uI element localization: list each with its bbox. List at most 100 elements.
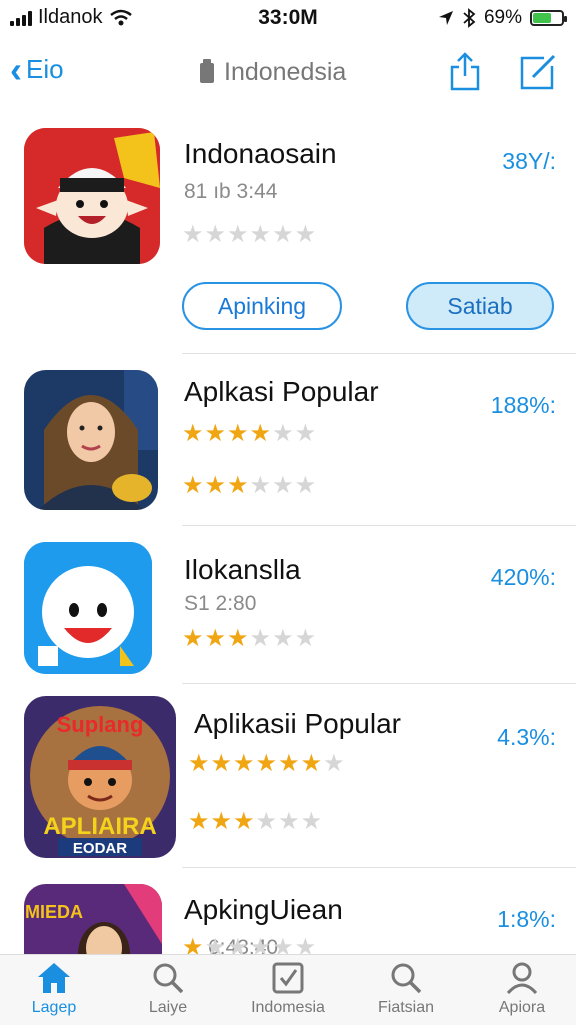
app-percent: 188%: — [490, 392, 556, 418]
app-percent: 38Y/: — [502, 148, 556, 174]
app-name: ApkingUiean — [184, 894, 343, 925]
bluetooth-icon — [463, 8, 476, 28]
star-filled-icon: ★ — [227, 625, 249, 652]
star-filled-icon: ★ — [233, 750, 255, 777]
tab-label: Indomesia — [251, 999, 325, 1016]
icon-text-top: Suplang — [57, 712, 144, 737]
apinking-button[interactable]: Apinking — [182, 282, 342, 330]
app-icon: Suplang APLIAIRA EODAR — [24, 696, 176, 858]
app-icon: MIEDA — [24, 884, 162, 954]
app-icon — [24, 370, 158, 510]
star-empty-icon: ★ — [294, 934, 317, 955]
tab-fiatsian[interactable]: Fiatsian — [356, 961, 456, 1017]
star-filled-icon: ★ — [249, 420, 272, 447]
status-bar: Ildanok 33:0M 69% — [0, 0, 576, 40]
star-empty-icon: ★ — [300, 808, 323, 835]
star-empty-icon: ★ — [272, 625, 294, 652]
navigation-bar: ‹ Eio Indonedsia — [0, 40, 576, 106]
app-subtitle: 81 ıb 3:44 — [184, 180, 278, 203]
star-empty-icon: ★ — [204, 934, 227, 955]
tab-label: Laiye — [148, 999, 188, 1016]
tab-apiora[interactable]: Apiora — [472, 961, 572, 1017]
rating-stars: ★ ★ ★ ★ ★ ★ — [182, 422, 316, 446]
status-right: 69% — [438, 7, 567, 29]
clipboard-icon — [200, 58, 214, 83]
icon-text-mid: APLIAIRA — [43, 813, 156, 840]
star-empty-icon: ★ — [227, 934, 249, 955]
search-icon — [153, 963, 184, 994]
nav-title-text: Indonedsia — [224, 58, 347, 86]
tab-laiye[interactable]: Laiye — [118, 961, 218, 1017]
rating-stars: ★ ★ ★ ★ ★ ★ — [182, 223, 316, 247]
list-item[interactable]: MIEDA ApkingUiean 6:43:40 1:8%: ★ ★ ★ ★ ★ ★ — [0, 868, 576, 954]
back-button[interactable]: ‹ Eio — [10, 48, 64, 90]
icon-text: MIEDA — [25, 902, 83, 922]
satiab-button[interactable]: Satiab — [406, 282, 554, 330]
location-icon — [438, 11, 453, 25]
star-filled-icon: ★ — [182, 472, 204, 499]
star-empty-icon: ★ — [204, 221, 227, 248]
app-percent: 420%: — [490, 564, 556, 590]
star-empty-icon: ★ — [272, 420, 294, 447]
rating-stars: ★ ★ ★ ★ ★ ★ — [182, 934, 317, 955]
star-filled-icon: ★ — [210, 750, 233, 777]
star-filled-icon: ★ — [233, 808, 255, 835]
star-filled-icon: ★ — [182, 420, 204, 447]
list-item[interactable]: Indonaosain 81 ıb 3:44 38Y/: ★ ★ ★ ★ ★ ★ Apin… — [0, 110, 576, 354]
star-filled-icon: ★ — [182, 625, 204, 652]
star-filled-icon: ★ — [210, 808, 233, 835]
app-icon — [24, 542, 152, 674]
star-empty-icon: ★ — [272, 934, 294, 955]
home-icon — [38, 963, 70, 993]
star-filled-icon: ★ — [227, 472, 249, 499]
app-name: Aplikasii Popular — [194, 708, 401, 739]
star-empty-icon: ★ — [294, 625, 317, 652]
app-subtitle: S1 2:80 — [184, 592, 257, 615]
app-name: Indonaosain — [184, 138, 337, 169]
compose-button[interactable] — [518, 52, 558, 92]
share-button[interactable] — [448, 52, 482, 92]
star-empty-icon: ★ — [255, 808, 278, 835]
star-filled-icon: ★ — [182, 934, 204, 955]
nav-title: Indonedsia — [200, 58, 346, 87]
back-label: Eio — [26, 54, 64, 84]
star-empty-icon: ★ — [294, 420, 317, 447]
star-empty-icon: ★ — [249, 625, 272, 652]
list-item[interactable]: Aplkasi Popular 188%: ★ ★ ★ ★ ★ ★ ★ ★ ★ ★ ★ ★ — [0, 354, 576, 526]
star-filled-icon: ★ — [188, 750, 210, 777]
star-empty-icon: ★ — [182, 221, 204, 248]
tab-label: Lagep — [31, 999, 77, 1016]
person-icon — [506, 962, 538, 995]
tab-label: Apiora — [498, 999, 546, 1016]
star-empty-icon: ★ — [249, 221, 272, 248]
tab-lagep[interactable]: Lagep — [4, 961, 104, 1017]
star-filled-icon: ★ — [255, 750, 278, 777]
app-percent: 4.3%: — [497, 724, 556, 750]
list-item[interactable]: Suplang APLIAIRA EODAR Aplikasii Popular… — [0, 684, 576, 868]
star-empty-icon: ★ — [272, 221, 294, 248]
star-empty-icon: ★ — [278, 808, 300, 835]
star-empty-icon: ★ — [294, 472, 317, 499]
battery-icon — [530, 10, 567, 26]
rating-stars-secondary: ★ ★ ★ ★ ★ ★ — [182, 474, 316, 498]
star-empty-icon: ★ — [249, 472, 272, 499]
rating-stars-secondary: ★ ★ ★ ★ ★ ★ — [188, 810, 322, 834]
chevron-left-icon: ‹ — [10, 48, 22, 90]
tab-label: Fiatsian — [377, 999, 435, 1016]
app-icon — [24, 128, 160, 264]
star-empty-icon: ★ — [272, 472, 294, 499]
tab-indomesia[interactable]: Indomesia — [238, 961, 338, 1017]
star-empty-icon: ★ — [294, 221, 317, 248]
rating-stars: ★ ★ ★ ★ ★ ★ — [182, 627, 316, 651]
star-filled-icon: ★ — [204, 625, 227, 652]
star-filled-icon: ★ — [188, 808, 210, 835]
checkbox-icon — [272, 962, 304, 994]
star-filled-icon: ★ — [278, 750, 300, 777]
icon-text-bot: EODAR — [73, 840, 127, 857]
search-icon — [391, 963, 422, 994]
battery-percent: 69% — [483, 7, 522, 28]
app-percent: 1:8%: — [497, 906, 556, 932]
list-item[interactable]: Ilokanslla S1 2:80 420%: ★ ★ ★ ★ ★ ★ — [0, 526, 576, 684]
tab-bar: Lagep Laiye Indomesia Fiatsian Apiora — [0, 954, 576, 1025]
star-empty-icon: ★ — [323, 750, 345, 777]
